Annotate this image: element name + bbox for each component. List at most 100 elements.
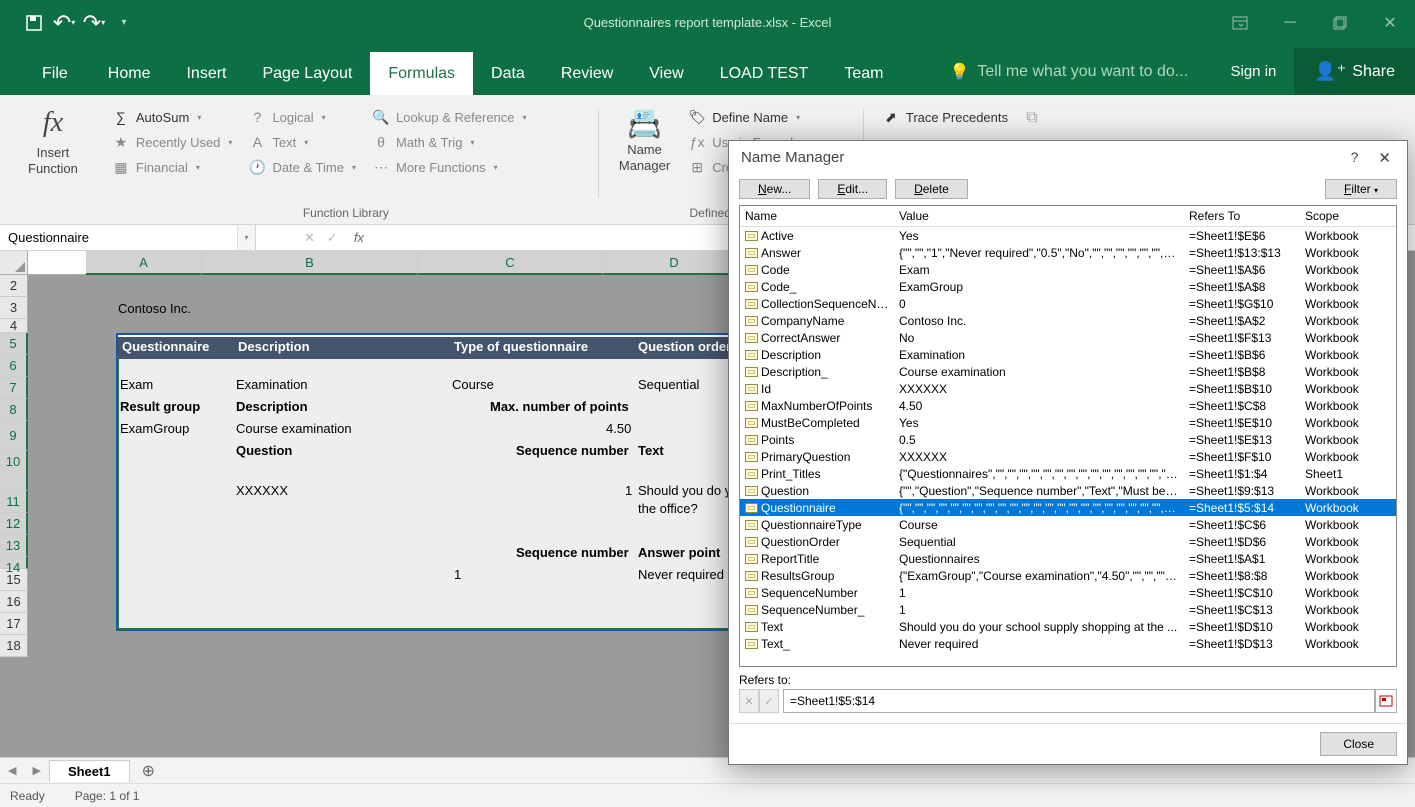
qat-customize-button[interactable]: ▾ (110, 9, 138, 37)
filter-names-button[interactable]: Filter ▾ (1325, 179, 1397, 199)
row-header[interactable]: 16 (0, 591, 28, 613)
autosum-button[interactable]: ∑AutoSum▾ (106, 105, 239, 129)
select-all-corner[interactable] (0, 251, 28, 275)
column-header[interactable]: B (202, 251, 418, 275)
cell[interactable]: 1 (625, 483, 632, 498)
name-row[interactable]: Questionnaire{"","","","","","","","",""… (740, 499, 1396, 516)
cell[interactable]: 1 (454, 567, 461, 582)
error-checking-icon[interactable]: ⧉ (1018, 105, 1046, 131)
name-row[interactable]: CodeExam=Sheet1!$A$6Workbook (740, 261, 1396, 278)
cell[interactable]: Description (236, 399, 308, 414)
cell[interactable]: Never required (638, 567, 724, 582)
math-trig-button[interactable]: θMath & Trig▾ (366, 130, 533, 154)
tab-home[interactable]: Home (90, 52, 169, 95)
col-header-value[interactable]: Value (894, 206, 1184, 226)
cell[interactable]: Exam (120, 377, 153, 392)
cell[interactable]: Answer point (638, 545, 720, 560)
names-list-body[interactable]: ActiveYes=Sheet1!$E$6WorkbookAnswer{"","… (740, 227, 1396, 666)
row-header[interactable]: 17 (0, 613, 28, 635)
cell[interactable]: ExamGroup (120, 421, 189, 436)
name-box-dropdown[interactable]: ▾ (237, 225, 255, 250)
name-row[interactable]: CompanyNameContoso Inc.=Sheet1!$A$2Workb… (740, 312, 1396, 329)
name-row[interactable]: ResultsGroup{"ExamGroup","Course examina… (740, 567, 1396, 584)
trace-precedents-button[interactable]: ⬈Trace Precedents (876, 105, 1014, 129)
row-header[interactable]: 7 (0, 377, 28, 399)
cell[interactable]: 4.50 (606, 421, 631, 436)
name-row[interactable]: Answer{"","","1","Never required","0.5",… (740, 244, 1396, 261)
row-header[interactable]: 13 (0, 535, 28, 557)
dialog-help-button[interactable]: ? (1351, 149, 1359, 167)
define-name-button[interactable]: 🏷Define Name▾ (682, 105, 844, 129)
delete-name-button[interactable]: Delete (895, 179, 968, 199)
name-row[interactable]: TextShould you do your school supply sho… (740, 618, 1396, 635)
cell[interactable]: Sequence number (516, 443, 629, 458)
name-row[interactable]: MustBeCompletedYes=Sheet1!$E$10Workbook (740, 414, 1396, 431)
tab-view[interactable]: View (631, 52, 701, 95)
name-row[interactable]: PrimaryQuestionXXXXXX=Sheet1!$F$10Workbo… (740, 448, 1396, 465)
column-header[interactable]: C (418, 251, 603, 275)
header-band[interactable]: Questionnaire Description Type of questi… (118, 337, 736, 359)
cell[interactable]: XXXXXX (236, 483, 288, 498)
cell[interactable]: Result group (120, 399, 200, 414)
tab-insert[interactable]: Insert (168, 52, 244, 95)
name-row[interactable]: ActiveYes=Sheet1!$E$6Workbook (740, 227, 1396, 244)
sheet-tab[interactable]: Sheet1 (49, 760, 130, 782)
close-dialog-button[interactable]: Close (1320, 732, 1397, 756)
tab-file[interactable]: File (20, 52, 90, 95)
name-row[interactable]: Text_Never required=Sheet1!$D$13Workbook (740, 635, 1396, 652)
cell[interactable]: Sequence number (516, 545, 629, 560)
name-row[interactable]: SequenceNumber1=Sheet1!$C$10Workbook (740, 584, 1396, 601)
add-sheet-button[interactable]: ⊕ (130, 761, 167, 781)
recently-used-button[interactable]: ★Recently Used▾ (106, 130, 239, 154)
tab-load-test[interactable]: LOAD TEST (702, 52, 827, 95)
share-button[interactable]: 👤⁺Share (1294, 48, 1415, 95)
name-row[interactable]: Points0.5=Sheet1!$E$13Workbook (740, 431, 1396, 448)
undo-button[interactable]: ↶▾ (50, 9, 78, 37)
logical-button[interactable]: ?Logical▾ (242, 105, 362, 129)
cell[interactable]: Sequential (638, 377, 699, 392)
tab-nav-next[interactable]: ▶ (24, 764, 48, 777)
cell[interactable]: Course examination (236, 421, 352, 436)
name-row[interactable]: Question{"","Question","Sequence number"… (740, 482, 1396, 499)
refers-to-input[interactable] (783, 689, 1375, 713)
col-header-refers[interactable]: Refers To (1184, 206, 1300, 226)
name-row[interactable]: MaxNumberOfPoints4.50=Sheet1!$C$8Workboo… (740, 397, 1396, 414)
name-row[interactable]: CorrectAnswerNo=Sheet1!$F$13Workbook (740, 329, 1396, 346)
lookup-reference-button[interactable]: 🔍Lookup & Reference▾ (366, 105, 533, 129)
row-header[interactable]: 6 (0, 355, 28, 377)
name-row[interactable]: QuestionnaireTypeCourse=Sheet1!$C$6Workb… (740, 516, 1396, 533)
more-functions-button[interactable]: ⋯More Functions▾ (366, 155, 533, 179)
tab-page-layout[interactable]: Page Layout (244, 52, 370, 95)
cell[interactable]: Contoso Inc. (118, 301, 191, 316)
row-header[interactable]: 12 (0, 513, 28, 535)
cell[interactable]: Text (638, 443, 664, 458)
row-header[interactable]: 14 (0, 557, 28, 569)
date-time-button[interactable]: 🕐Date & Time▾ (242, 155, 362, 179)
cell[interactable]: Course (452, 377, 494, 392)
name-row[interactable]: DescriptionExamination=Sheet1!$B$6Workbo… (740, 346, 1396, 363)
tab-review[interactable]: Review (543, 52, 631, 95)
name-row[interactable]: IdXXXXXX=Sheet1!$B$10Workbook (740, 380, 1396, 397)
column-header[interactable]: D (603, 251, 746, 275)
name-box[interactable]: Questionnaire ▾ (0, 225, 256, 250)
name-row[interactable]: SequenceNumber_1=Sheet1!$C$13Workbook (740, 601, 1396, 618)
name-manager-button[interactable]: 📇 NameManager (611, 105, 678, 190)
row-header[interactable]: 8 (0, 399, 28, 421)
column-header[interactable]: A (86, 251, 202, 275)
new-name-button[interactable]: New... (739, 179, 810, 199)
row-header[interactable]: 9 (0, 421, 28, 451)
tell-me-search[interactable]: 💡Tell me what you want to do... (931, 49, 1206, 95)
row-header[interactable]: 11 (0, 491, 28, 513)
name-row[interactable]: Code_ExamGroup=Sheet1!$A$8Workbook (740, 278, 1396, 295)
row-header[interactable]: 4 (0, 319, 28, 333)
insert-function-button[interactable]: fx InsertFunction (20, 105, 86, 190)
financial-button[interactable]: ▦Financial▾ (106, 155, 239, 179)
ribbon-display-options[interactable] (1215, 0, 1265, 45)
restore-button[interactable] (1315, 0, 1365, 45)
col-header-name[interactable]: Name (740, 206, 894, 226)
save-button[interactable] (20, 9, 48, 37)
row-header[interactable]: 10 (0, 451, 28, 491)
dialog-close-button[interactable]: ✕ (1378, 149, 1391, 167)
tab-data[interactable]: Data (473, 52, 543, 95)
fx-button[interactable]: fx (344, 230, 364, 245)
